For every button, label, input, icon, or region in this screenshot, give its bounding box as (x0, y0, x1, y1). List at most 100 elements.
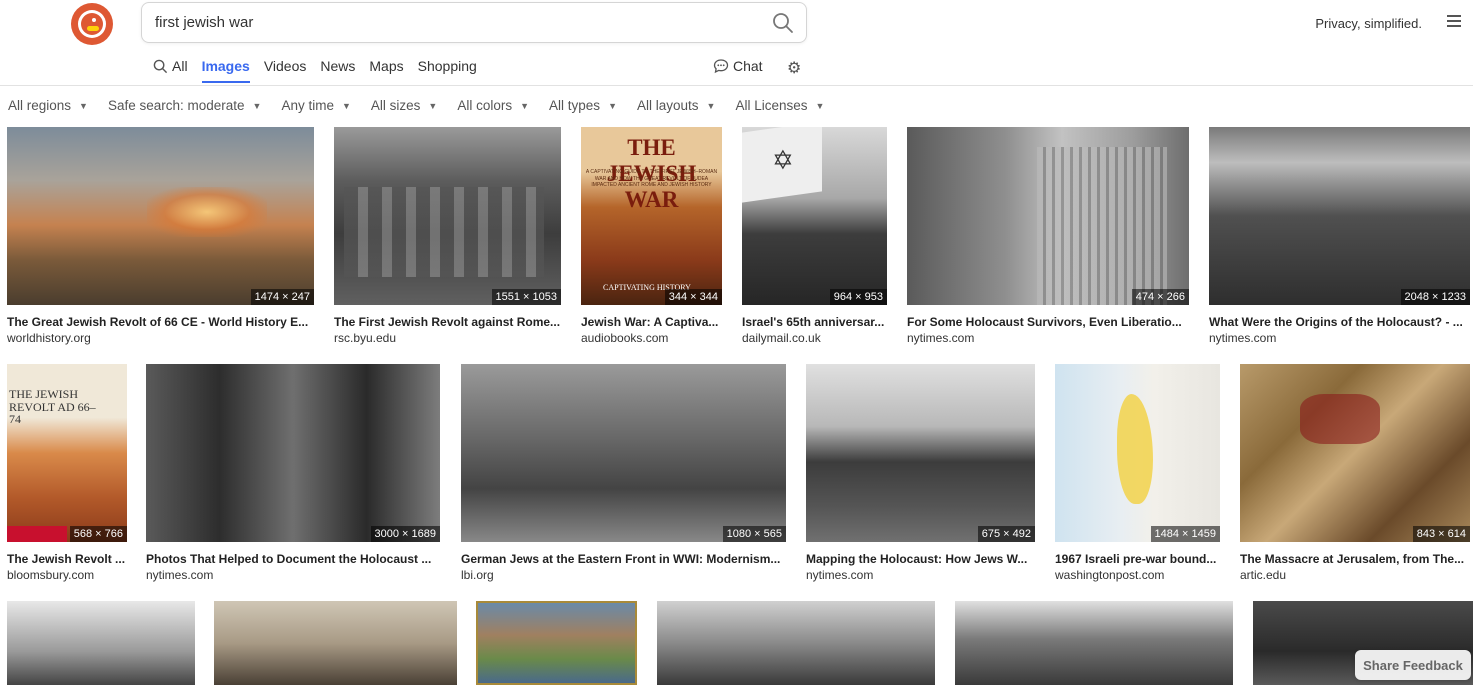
result-title[interactable]: The Jewish Revolt ... (7, 552, 127, 566)
image-result[interactable]: 843 × 614 The Massacre at Jerusalem, fro… (1240, 364, 1470, 584)
image-result[interactable]: 2048 × 1233 What Were the Origins of the… (1209, 127, 1470, 347)
duckduckgo-logo[interactable] (71, 3, 113, 45)
result-source[interactable]: bloomsbury.com (7, 568, 94, 582)
caret-down-icon: ▼ (428, 100, 438, 111)
image-result[interactable]: 675 × 492 Mapping the Holocaust: How Jew… (806, 364, 1035, 584)
tab-videos[interactable]: Videos (264, 58, 307, 83)
result-source[interactable]: lbi.org (461, 568, 494, 582)
image-result[interactable]: 474 × 266 For Some Holocaust Survivors, … (907, 127, 1189, 347)
search-icon[interactable] (772, 12, 794, 34)
result-source[interactable]: worldhistory.org (7, 331, 91, 345)
result-source[interactable]: nytimes.com (907, 331, 974, 345)
caret-down-icon: ▼ (520, 100, 530, 111)
result-source[interactable]: nytimes.com (146, 568, 213, 582)
search-tabs: All Images Videos News Maps Shopping (153, 58, 491, 83)
result-title[interactable]: 1967 Israeli pre-war bound... (1055, 552, 1220, 566)
result-source[interactable]: audiobooks.com (581, 331, 668, 345)
result-source[interactable]: dailymail.co.uk (742, 331, 821, 345)
result-thumbnail[interactable] (955, 601, 1233, 685)
result-title[interactable]: Jewish War: A Captiva... (581, 315, 722, 329)
tab-maps[interactable]: Maps (369, 58, 403, 83)
filter-safe-search[interactable]: Safe search: moderate ▼ (108, 98, 262, 113)
image-dimensions: 3000 × 1689 (370, 526, 440, 542)
privacy-tagline[interactable]: Privacy, simplified. (1315, 16, 1422, 31)
result-title[interactable]: For Some Holocaust Survivors, Even Liber… (907, 315, 1189, 329)
tab-shopping[interactable]: Shopping (418, 58, 477, 83)
image-result[interactable]: 1080 × 565 German Jews at the Eastern Fr… (461, 364, 786, 584)
result-thumbnail[interactable] (476, 601, 637, 685)
chat-button[interactable]: Chat (713, 58, 763, 74)
duck-icon (81, 13, 103, 35)
filter-layouts[interactable]: All layouts ▼ (637, 98, 715, 113)
caret-down-icon: ▼ (252, 100, 262, 111)
result-thumbnail[interactable] (7, 601, 195, 685)
image-dimensions: 1080 × 565 (722, 526, 786, 542)
filter-time[interactable]: Any time ▼ (281, 98, 350, 113)
tab-news[interactable]: News (320, 58, 355, 83)
image-dimensions: 568 × 766 (69, 526, 127, 542)
caret-down-icon: ▼ (79, 100, 88, 111)
result-source[interactable]: nytimes.com (1209, 331, 1276, 345)
cover-title: THE JEWISH REVOLT AD 66–74 (9, 387, 96, 427)
result-title[interactable]: What Were the Origins of the Holocaust? … (1209, 315, 1470, 329)
result-source[interactable]: artic.edu (1240, 568, 1286, 582)
result-thumbnail[interactable]: 1080 × 565 (461, 364, 786, 542)
tab-label: News (320, 58, 356, 74)
filter-label: All types (549, 98, 601, 113)
search-input[interactable] (153, 13, 757, 32)
result-title[interactable]: Photos That Helped to Document the Holoc… (146, 552, 440, 566)
result-thumbnail[interactable]: THE JEWISH WAR A CAPTIVATING GUIDE TO TH… (581, 127, 722, 305)
result-thumbnail[interactable]: THE JEWISH REVOLT AD 66–74 568 × 766 (7, 364, 127, 542)
filter-label: All layouts (636, 98, 699, 113)
filter-bar: All regions ▼ Safe search: moderate ▼ Any … (8, 98, 844, 113)
filter-label: Safe search: moderate (107, 98, 245, 113)
search-box[interactable] (141, 2, 807, 43)
filter-regions[interactable]: All regions ▼ (8, 98, 88, 113)
result-thumbnail[interactable]: 1484 × 1459 (1055, 364, 1220, 542)
hamburger-menu-icon[interactable] (1447, 15, 1461, 29)
filter-colors[interactable]: All colors ▼ (457, 98, 529, 113)
result-thumbnail[interactable]: 3000 × 1689 (146, 364, 440, 542)
chat-bubble-icon (713, 59, 729, 74)
result-source[interactable]: washingtonpost.com (1055, 568, 1164, 582)
star-of-david-icon: ✡ (772, 145, 794, 175)
result-thumbnail[interactable]: 843 × 614 (1240, 364, 1470, 542)
result-thumbnail[interactable]: 474 × 266 (907, 127, 1189, 305)
result-title[interactable]: The First Jewish Revolt against Rome... (334, 315, 561, 329)
image-result[interactable]: ✡ 964 × 953 Israel's 65th anniversar... … (742, 127, 887, 347)
image-result[interactable]: 1551 × 1053 The First Jewish Revolt agai… (334, 127, 561, 347)
filter-licenses[interactable]: All Licenses ▼ (735, 98, 824, 113)
filter-types[interactable]: All types ▼ (549, 98, 617, 113)
tab-images[interactable]: Images (201, 58, 251, 83)
result-thumbnail[interactable]: 675 × 492 (806, 364, 1035, 542)
image-result[interactable]: THE JEWISH REVOLT AD 66–74 568 × 766 The… (7, 364, 127, 584)
image-dimensions: 344 × 344 (664, 289, 722, 305)
image-result[interactable]: 1484 × 1459 1967 Israeli pre-war bound..… (1055, 364, 1220, 584)
result-title[interactable]: The Massacre at Jerusalem, from The... (1240, 552, 1470, 566)
tab-label: Maps (369, 58, 404, 74)
result-thumbnail[interactable]: 2048 × 1233 (1209, 127, 1470, 305)
image-dimensions: 964 × 953 (829, 289, 887, 305)
result-thumbnail[interactable]: 1474 × 247 (7, 127, 314, 305)
result-thumbnail[interactable]: ✡ 964 × 953 (742, 127, 887, 305)
header-divider (0, 85, 1473, 86)
image-dimensions: 1474 × 247 (250, 289, 314, 305)
result-thumbnail[interactable] (214, 601, 457, 685)
result-thumbnail[interactable]: 1551 × 1053 (334, 127, 561, 305)
image-dimensions: 2048 × 1233 (1400, 289, 1470, 305)
filter-sizes[interactable]: All sizes ▼ (371, 98, 437, 113)
result-title[interactable]: German Jews at the Eastern Front in WWI:… (461, 552, 786, 566)
result-source[interactable]: rsc.byu.edu (334, 331, 396, 345)
settings-gear-icon[interactable]: ⚙ (787, 58, 801, 78)
image-result[interactable]: 1474 × 247 The Great Jewish Revolt of 66… (7, 127, 314, 347)
result-thumbnail[interactable] (657, 601, 935, 685)
result-source[interactable]: nytimes.com (806, 568, 873, 582)
share-feedback-button[interactable]: Share Feedback (1355, 650, 1471, 680)
result-title[interactable]: Israel's 65th anniversar... (742, 315, 887, 329)
image-result[interactable]: 3000 × 1689 Photos That Helped to Docume… (146, 364, 440, 584)
result-title[interactable]: Mapping the Holocaust: How Jews W... (806, 552, 1035, 566)
result-title[interactable]: The Great Jewish Revolt of 66 CE - World… (7, 315, 314, 329)
tab-all[interactable]: All (153, 58, 188, 83)
image-result[interactable]: THE JEWISH WAR A CAPTIVATING GUIDE TO TH… (581, 127, 722, 347)
image-dimensions: 1484 × 1459 (1150, 526, 1220, 542)
